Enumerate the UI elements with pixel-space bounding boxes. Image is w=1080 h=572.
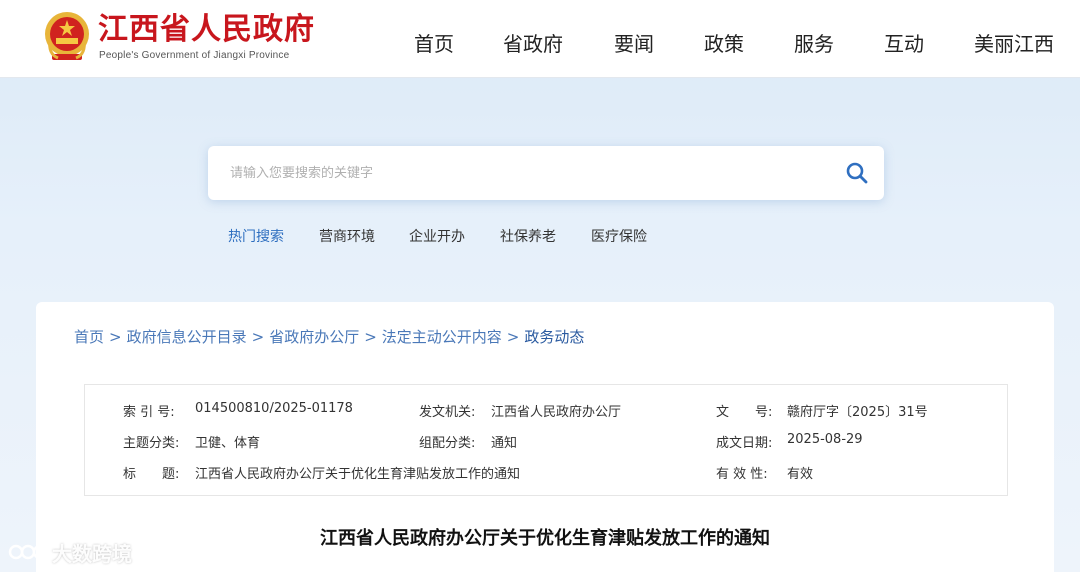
- site-title[interactable]: 江西省人民政府: [98, 12, 315, 48]
- meta-validity-key: 有 效 性:: [716, 467, 768, 482]
- hot-search-item[interactable]: 医疗保险: [591, 226, 647, 246]
- meta-issuer-value: 江西省人民政府办公厅: [491, 405, 622, 420]
- meta-category-value: 通知: [491, 436, 518, 451]
- breadcrumb-item-statutory-content[interactable]: 法定主动公开内容: [382, 328, 502, 346]
- nav-item-policy[interactable]: 政策: [704, 28, 744, 57]
- meta-date-key: 成文日期:: [716, 436, 773, 451]
- nav-item-services[interactable]: 服务: [794, 28, 834, 57]
- breadcrumb-separator: >: [251, 328, 265, 346]
- breadcrumb-separator: >: [364, 328, 377, 346]
- nav-item-interaction[interactable]: 互动: [884, 28, 924, 57]
- breadcrumb-separator: >: [109, 328, 122, 346]
- meta-title-key: 标 题:: [123, 467, 180, 482]
- meta-date-value: 2025-08-29: [787, 432, 863, 447]
- document-title: 江西省人民政府办公厅关于优化生育津贴发放工作的通知: [320, 528, 770, 549]
- site-subtitle: People's Government of Jiangxi Province: [99, 50, 290, 61]
- breadcrumb-item-current[interactable]: 政务动态: [524, 328, 584, 346]
- meta-validity-value: 有效: [787, 467, 814, 482]
- site-header: 江西省人民政府 People's Government of Jiangxi P…: [0, 0, 1080, 78]
- nav-item-beautiful-jiangxi[interactable]: 美丽江西: [974, 28, 1054, 57]
- hot-search-item[interactable]: 社保养老: [500, 226, 556, 246]
- breadcrumb-separator: >: [506, 328, 520, 346]
- search-input[interactable]: [208, 146, 828, 200]
- document-metadata-table: 索 引 号: 014500810/2025-01178 发文机关: 江西省人民政…: [84, 384, 1008, 496]
- nav-item-news[interactable]: 要闻: [614, 28, 654, 57]
- meta-docno-value: 赣府厅字〔2025〕31号: [787, 405, 928, 420]
- search-icon[interactable]: [844, 160, 870, 186]
- meta-index-key: 索 引 号:: [123, 405, 175, 420]
- hot-search-item[interactable]: 企业开办: [409, 226, 465, 246]
- meta-docno-key: 文 号:: [716, 405, 773, 420]
- meta-topic-key: 主题分类:: [123, 436, 180, 451]
- meta-topic-value: 卫健、体育: [195, 436, 261, 451]
- national-emblem-icon[interactable]: [42, 10, 92, 64]
- watermark-text: 大数跨境: [52, 542, 132, 566]
- search-bar: [208, 146, 884, 200]
- meta-issuer-key: 发文机关:: [419, 405, 476, 420]
- hot-search-item[interactable]: 营商环境: [319, 226, 375, 246]
- watermark-logo-icon: [8, 544, 48, 560]
- content-card: 首页 > 政府信息公开目录 > 省政府办公厅 > 法定主动公开内容 > 政务动态 索 引 号: …: [36, 302, 1054, 572]
- hot-search-label: 热门搜索: [228, 229, 284, 245]
- main-nav: 首页 省政府 要闻 政策 服务 互动 美丽江西: [410, 28, 1056, 58]
- meta-category-key: 组配分类:: [419, 436, 476, 451]
- nav-item-provincial-government[interactable]: 省政府: [503, 28, 563, 57]
- breadcrumb-item-info-catalog[interactable]: 政府信息公开目录: [127, 328, 247, 346]
- nav-item-home[interactable]: 首页: [414, 28, 454, 57]
- breadcrumb: 首页 > 政府信息公开目录 > 省政府办公厅 > 法定主动公开内容 > 政务动态: [74, 326, 584, 347]
- breadcrumb-item-general-office[interactable]: 省政府办公厅: [269, 328, 359, 346]
- meta-title-value: 江西省人民政府办公厅关于优化生育津贴发放工作的通知: [195, 467, 521, 482]
- meta-index-value: 014500810/2025-01178: [195, 401, 353, 416]
- breadcrumb-item-home[interactable]: 首页: [74, 328, 104, 346]
